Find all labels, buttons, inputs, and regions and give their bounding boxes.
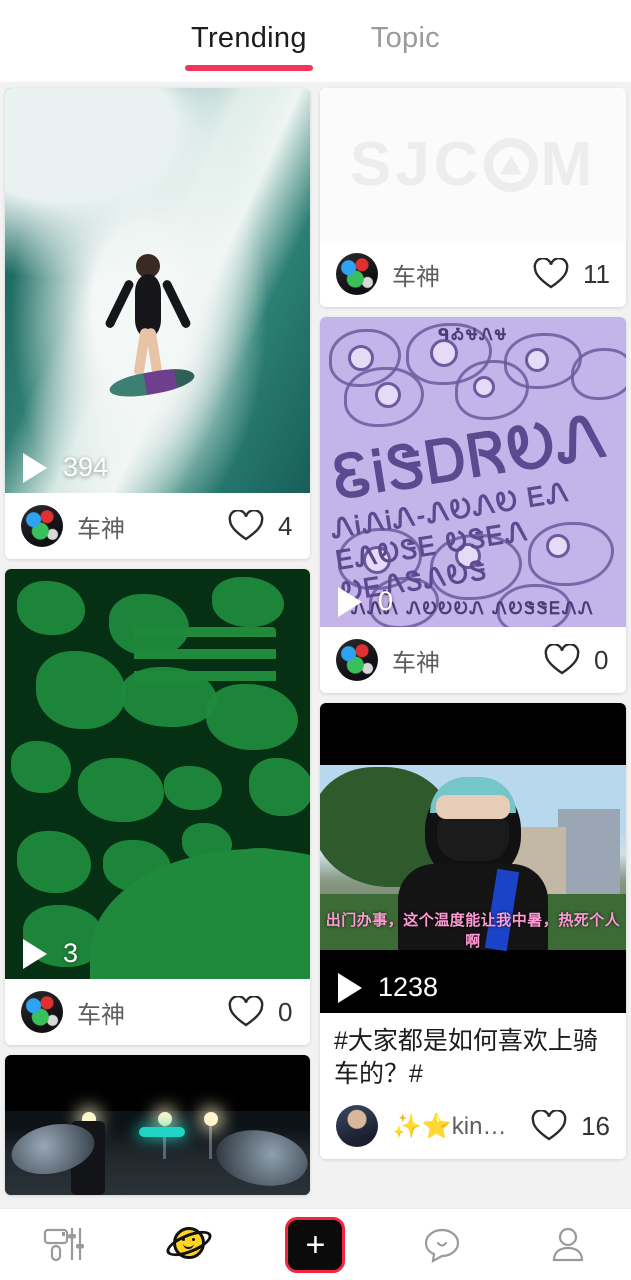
tab-topic-label: Topic <box>370 22 440 54</box>
thumbnail-sjcam[interactable]: SJC M <box>320 88 626 241</box>
heart-icon[interactable] <box>533 258 569 290</box>
feed-column-left: 394 车神 4 3 车神 0 <box>5 88 310 1208</box>
like-count-label: 0 <box>594 644 609 675</box>
card-meta-row: 车神 11 <box>320 241 626 307</box>
feed-card-night[interactable] <box>5 1055 310 1195</box>
play-icon <box>23 452 47 483</box>
avatar[interactable] <box>336 1105 378 1147</box>
tab-trending-label: Trending <box>191 22 307 54</box>
like-group[interactable]: 16 <box>531 1110 610 1142</box>
like-count-label: 0 <box>278 996 293 1027</box>
feed-card-surf[interactable]: 394 车神 4 <box>5 88 310 559</box>
camera-sliders-icon <box>43 1227 85 1261</box>
planet-icon <box>163 1222 216 1268</box>
card-caption: #大家都是如何喜欢上骑车的？# <box>334 1027 598 1088</box>
like-group[interactable]: 11 <box>533 258 610 290</box>
play-count-label: 3 <box>63 938 79 968</box>
card-meta-row: 车神 4 <box>5 493 310 559</box>
heart-icon[interactable] <box>544 644 580 676</box>
thumbnail-night-ride[interactable] <box>5 1055 310 1195</box>
card-meta-row: 车神 0 <box>320 627 626 693</box>
card-meta-row: ✨⭐king~z♀ 16 <box>320 1093 626 1159</box>
heart-icon[interactable] <box>228 510 264 542</box>
play-icon <box>338 586 362 617</box>
nav-item-profile[interactable] <box>520 1209 616 1280</box>
username-label: 车神 <box>392 263 440 291</box>
heart-icon[interactable] <box>531 1110 567 1142</box>
thumbnail-rider-video[interactable]: 出门办事，这个温度能让我中暑，热死个人啊 1238 <box>320 703 626 1013</box>
feed-card-sjcam[interactable]: SJC M 车神 11 <box>320 88 626 307</box>
nav-item-messages[interactable] <box>394 1209 490 1280</box>
username-label: 车神 <box>392 649 440 677</box>
avatar[interactable] <box>21 991 63 1033</box>
nav-item-planet-feed[interactable] <box>141 1209 237 1280</box>
play-icon <box>23 938 47 969</box>
feed-card-poster[interactable]: ᑫᎣᏠᏁᏠ ᏋᎥᏕᎠᏒᎧᏁ ᏁᎥᏁᎥᏁ-ᏁᎧᏁᎧ ᎬᏁ ᎬᏁᎧᏕᎬ ᎧᏕᎬᏁ Ꭷ… <box>320 317 626 693</box>
video-subtitle: 出门办事，这个温度能让我中暑，热死个人啊 <box>325 912 621 950</box>
nav-item-create[interactable]: + <box>267 1209 363 1280</box>
play-count-overlay: 3 <box>23 938 78 969</box>
play-count-overlay: 1238 <box>338 972 438 1003</box>
username-label: ✨⭐king~z♀ <box>392 1112 517 1140</box>
sjcam-watermark: SJC M <box>350 129 596 200</box>
like-count-label: 16 <box>581 1110 610 1141</box>
play-count-label: 1238 <box>378 972 439 1002</box>
top-tab-bar: Trending Topic <box>0 0 631 82</box>
person-icon <box>552 1227 583 1261</box>
thumbnail-purple-poster[interactable]: ᑫᎣᏠᏁᏠ ᏋᎥᏕᎠᏒᎧᏁ ᏁᎥᏁᎥᏁ-ᏁᎧᏁᎧ ᎬᏁ ᎬᏁᎧᏕᎬ ᎧᏕᎬᏁ Ꭷ… <box>320 317 626 627</box>
play-count-overlay: 0 <box>338 586 393 617</box>
heart-icon[interactable] <box>228 996 264 1028</box>
create-button[interactable]: + <box>285 1216 346 1273</box>
like-group[interactable]: 0 <box>228 996 294 1028</box>
username-label: 车神 <box>77 1001 125 1029</box>
poster-top-text: ᑫᎣᏠᏁᏠ <box>437 327 509 344</box>
sjcam-lens-icon <box>484 137 539 192</box>
like-count-label: 11 <box>583 258 610 289</box>
card-meta-row: 车神 0 <box>5 979 310 1045</box>
tab-topic[interactable]: Topic <box>365 22 446 71</box>
app-root: Trending Topic 394 车神 4 3 车神 0 SJC M 车神 … <box>0 0 631 1280</box>
plus-icon: + <box>305 1225 326 1264</box>
play-count-label: 0 <box>378 586 394 616</box>
chat-bubble-icon <box>424 1228 459 1263</box>
thumbnail-surfing[interactable]: 394 <box>5 88 310 493</box>
like-count-label: 4 <box>278 510 293 541</box>
sjcam-watermark-text: SJC <box>349 130 483 199</box>
play-icon <box>338 972 362 1003</box>
surfer-figure <box>104 254 197 402</box>
feed-grid[interactable]: 394 车神 4 3 车神 0 SJC M 车神 11 ᑫᎣᏠᏁᏠ ᏋᎥᏕᎠᏒᎧ… <box>0 82 631 1208</box>
feed-card-rider[interactable]: 出门办事，这个温度能让我中暑，热死个人啊 1238 #大家都是如何喜欢上骑车的？… <box>320 703 626 1159</box>
sjcam-watermark-text-2: M <box>540 130 597 199</box>
like-group[interactable]: 0 <box>544 644 610 676</box>
stripes-decor <box>134 627 276 689</box>
avatar[interactable] <box>21 505 63 547</box>
play-count-overlay: 394 <box>23 452 108 483</box>
nav-item-device-settings[interactable] <box>15 1209 111 1280</box>
thumbnail-green-doodle[interactable]: 3 <box>5 569 310 979</box>
tab-trending[interactable]: Trending <box>185 22 313 71</box>
avatar[interactable] <box>336 639 378 681</box>
play-count-label: 394 <box>63 452 109 482</box>
like-group[interactable]: 4 <box>228 510 294 542</box>
feed-column-right: SJC M 车神 11 ᑫᎣᏠᏁᏠ ᏋᎥᏕᎠᏒᎧᏁ ᏁᎥᏁᎥᏁ-ᏁᎧᏁᎧ ᎬᏁ … <box>320 88 626 1208</box>
bottom-navigation-bar: + <box>0 1208 631 1280</box>
feed-card-green[interactable]: 3 车神 0 <box>5 569 310 1045</box>
avatar[interactable] <box>336 253 378 295</box>
tab-active-indicator <box>185 65 313 71</box>
username-label: 车神 <box>77 515 125 543</box>
